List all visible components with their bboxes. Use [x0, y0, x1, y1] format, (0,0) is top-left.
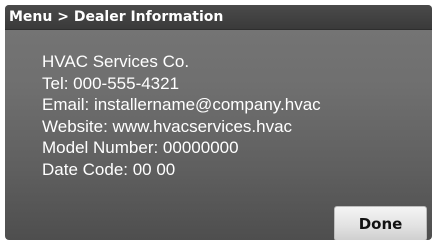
dealer-telephone: Tel: 000-555-4321	[42, 73, 180, 93]
done-button[interactable]: Done	[334, 206, 427, 240]
thermostat-screen: Menu > Dealer Information HVAC Services …	[0, 0, 437, 245]
dealer-company-name: HVAC Services Co.	[42, 52, 190, 71]
dealer-website: Website: www.hvacservices.hvac	[42, 116, 293, 136]
date-code: Date Code: 00 00	[42, 159, 176, 179]
dealer-info-list: HVAC Services Co. Tel: 000-555-4321 Emai…	[42, 51, 412, 180]
dealer-information-panel: Menu > Dealer Information HVAC Services …	[5, 5, 432, 240]
breadcrumb: Menu > Dealer Information	[9, 9, 224, 25]
model-number: Model Number: 00000000	[42, 138, 239, 157]
dealer-email: Email: installername@company.hvac	[42, 95, 321, 114]
title-bar: Menu > Dealer Information	[5, 5, 432, 30]
